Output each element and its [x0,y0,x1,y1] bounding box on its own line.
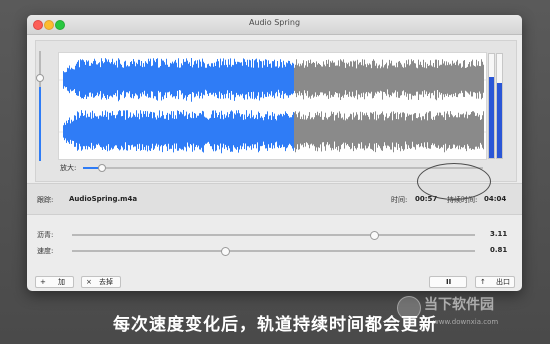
pitch-value: 3.11 [490,230,508,238]
speed-value: 0.81 [490,246,508,254]
window-title: Audio Spring [248,18,301,27]
vertical-zoom-fill [39,87,41,161]
level-meter-right [496,53,503,159]
pitch-slider[interactable] [72,234,475,236]
x-icon: × [86,278,92,286]
track-name: AudioSpring.m4a [69,195,138,203]
speed-label: 速度: [37,247,54,255]
arrow-up-icon: ↑ [480,278,486,286]
speed-slider-knob[interactable] [221,247,231,256]
remove-button[interactable]: × 去掉 [81,276,121,288]
title-bar: Audio Spring [27,15,522,35]
zoom-slider-knob[interactable] [98,164,106,172]
plus-icon: + [40,278,46,286]
pause-icon: II [446,278,452,286]
level-meter-left-fill [489,76,494,158]
vertical-zoom-knob[interactable] [36,74,44,82]
watermark-logo-icon [397,296,421,320]
track-label: 跟踪: [37,196,54,204]
zoom-label: 放大: [60,164,77,172]
zoom-slider[interactable] [83,167,483,169]
waveform-display[interactable] [58,52,487,160]
waveform-graph[interactable] [59,53,486,159]
app-window: Audio Spring 放大: 跟踪: AudioSpring.m4a 时间:… [27,15,522,291]
pause-button[interactable]: II [429,276,467,288]
pitch-label: 沥青: [37,231,54,239]
level-meter-right-fill [497,83,502,158]
watermark-brand: 当下软件园 [424,297,494,313]
pitch-slider-knob[interactable] [370,231,380,240]
time-label: 时间: [391,196,408,204]
level-meter-left [488,53,495,159]
speed-slider[interactable] [72,250,475,252]
duration-highlight-annotation [417,163,491,200]
watermark-url: www.downxia.com [433,318,499,326]
add-button[interactable]: + 加 [35,276,74,288]
adjustment-panel: 沥青: 3.11 速度: 0.81 [27,217,522,267]
export-button[interactable]: ↑ 出口 [475,276,515,288]
duration-value: 04:04 [484,195,507,203]
